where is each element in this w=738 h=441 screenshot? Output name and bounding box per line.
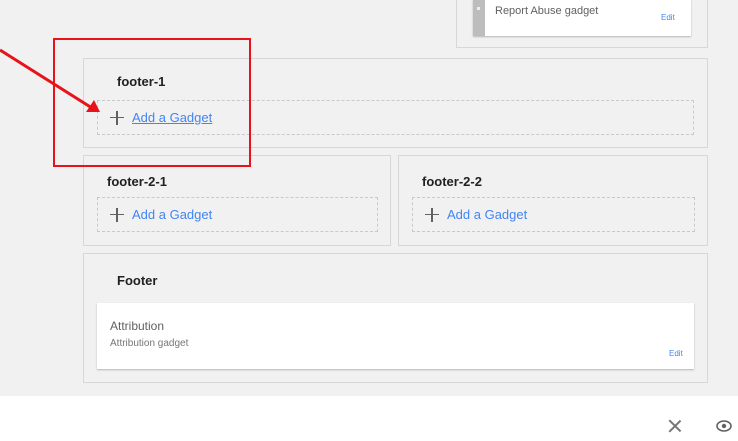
add-gadget-zone[interactable]: Add a Gadget <box>97 197 378 232</box>
add-gadget-link[interactable]: Add a Gadget <box>447 207 527 222</box>
close-icon[interactable] <box>668 419 682 433</box>
plus-icon <box>110 110 124 125</box>
eye-icon[interactable] <box>716 419 732 433</box>
layout-canvas: Report Abuse gadget Edit footer-1 Add a … <box>0 0 738 396</box>
section-title: footer-2-2 <box>422 174 482 189</box>
section-title: footer-2-1 <box>107 174 167 189</box>
attribution-gadget[interactable]: Attribution Attribution gadget Edit <box>97 303 694 369</box>
add-gadget-zone[interactable]: Add a Gadget <box>412 197 695 232</box>
footer-section: Footer Attribution Attribution gadget Ed… <box>83 253 708 383</box>
bottom-toolbar <box>0 396 738 441</box>
plus-icon <box>425 207 439 222</box>
report-abuse-gadget[interactable]: Report Abuse gadget Edit <box>473 0 691 36</box>
section-title: footer-1 <box>117 74 166 89</box>
sidebar-section: Report Abuse gadget Edit <box>456 0 708 48</box>
add-gadget-zone[interactable]: Add a Gadget <box>97 100 694 135</box>
gadget-subtitle: Attribution gadget <box>110 338 189 349</box>
footer-1-section: footer-1 Add a Gadget <box>83 58 708 148</box>
add-gadget-link[interactable]: Add a Gadget <box>132 207 212 222</box>
add-gadget-link[interactable]: Add a Gadget <box>132 110 212 125</box>
gadget-title: Attribution <box>110 319 165 333</box>
footer-2-1-section: footer-2-1 Add a Gadget <box>83 155 391 246</box>
drag-handle[interactable] <box>473 0 485 36</box>
edit-link[interactable]: Edit <box>669 349 683 358</box>
section-title: Footer <box>117 273 158 288</box>
footer-2-2-section: footer-2-2 Add a Gadget <box>398 155 708 246</box>
gadget-title: Report Abuse gadget <box>495 5 599 17</box>
plus-icon <box>110 207 124 222</box>
edit-link[interactable]: Edit <box>661 13 675 22</box>
